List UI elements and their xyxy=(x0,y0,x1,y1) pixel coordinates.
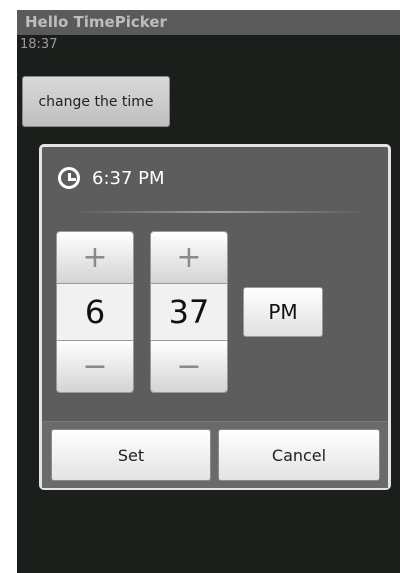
time-picker-dialog: 6:37 PM + 6 − + 37 − PM Set Cancel xyxy=(39,144,391,490)
am-pm-toggle-button[interactable]: PM xyxy=(243,287,323,337)
hour-picker: + 6 − xyxy=(56,231,134,393)
clock-icon xyxy=(58,167,80,189)
dialog-button-bar: Set Cancel xyxy=(42,421,388,488)
minute-increment-button[interactable]: + xyxy=(150,231,228,284)
cancel-button[interactable]: Cancel xyxy=(218,429,380,481)
hour-value[interactable]: 6 xyxy=(56,284,134,340)
dialog-title-text: 6:37 PM xyxy=(92,167,165,189)
set-button[interactable]: Set xyxy=(51,429,211,481)
change-time-button[interactable]: change the time xyxy=(22,76,170,127)
hour-decrement-button[interactable]: − xyxy=(56,340,134,393)
dialog-title: 6:37 PM xyxy=(58,163,165,193)
minute-picker: + 37 − xyxy=(150,231,228,393)
app-title-bar: Hello TimePicker xyxy=(17,10,400,35)
main-content: 18:37 change the time 6:37 PM + 6 − + 37… xyxy=(17,35,400,573)
hour-increment-button[interactable]: + xyxy=(56,231,134,284)
phone-screen: Hello TimePicker 18:37 change the time 6… xyxy=(17,10,400,573)
minute-value[interactable]: 37 xyxy=(150,284,228,340)
minute-decrement-button[interactable]: − xyxy=(150,340,228,393)
title-divider xyxy=(74,211,366,213)
current-time-text: 18:37 xyxy=(20,37,58,52)
